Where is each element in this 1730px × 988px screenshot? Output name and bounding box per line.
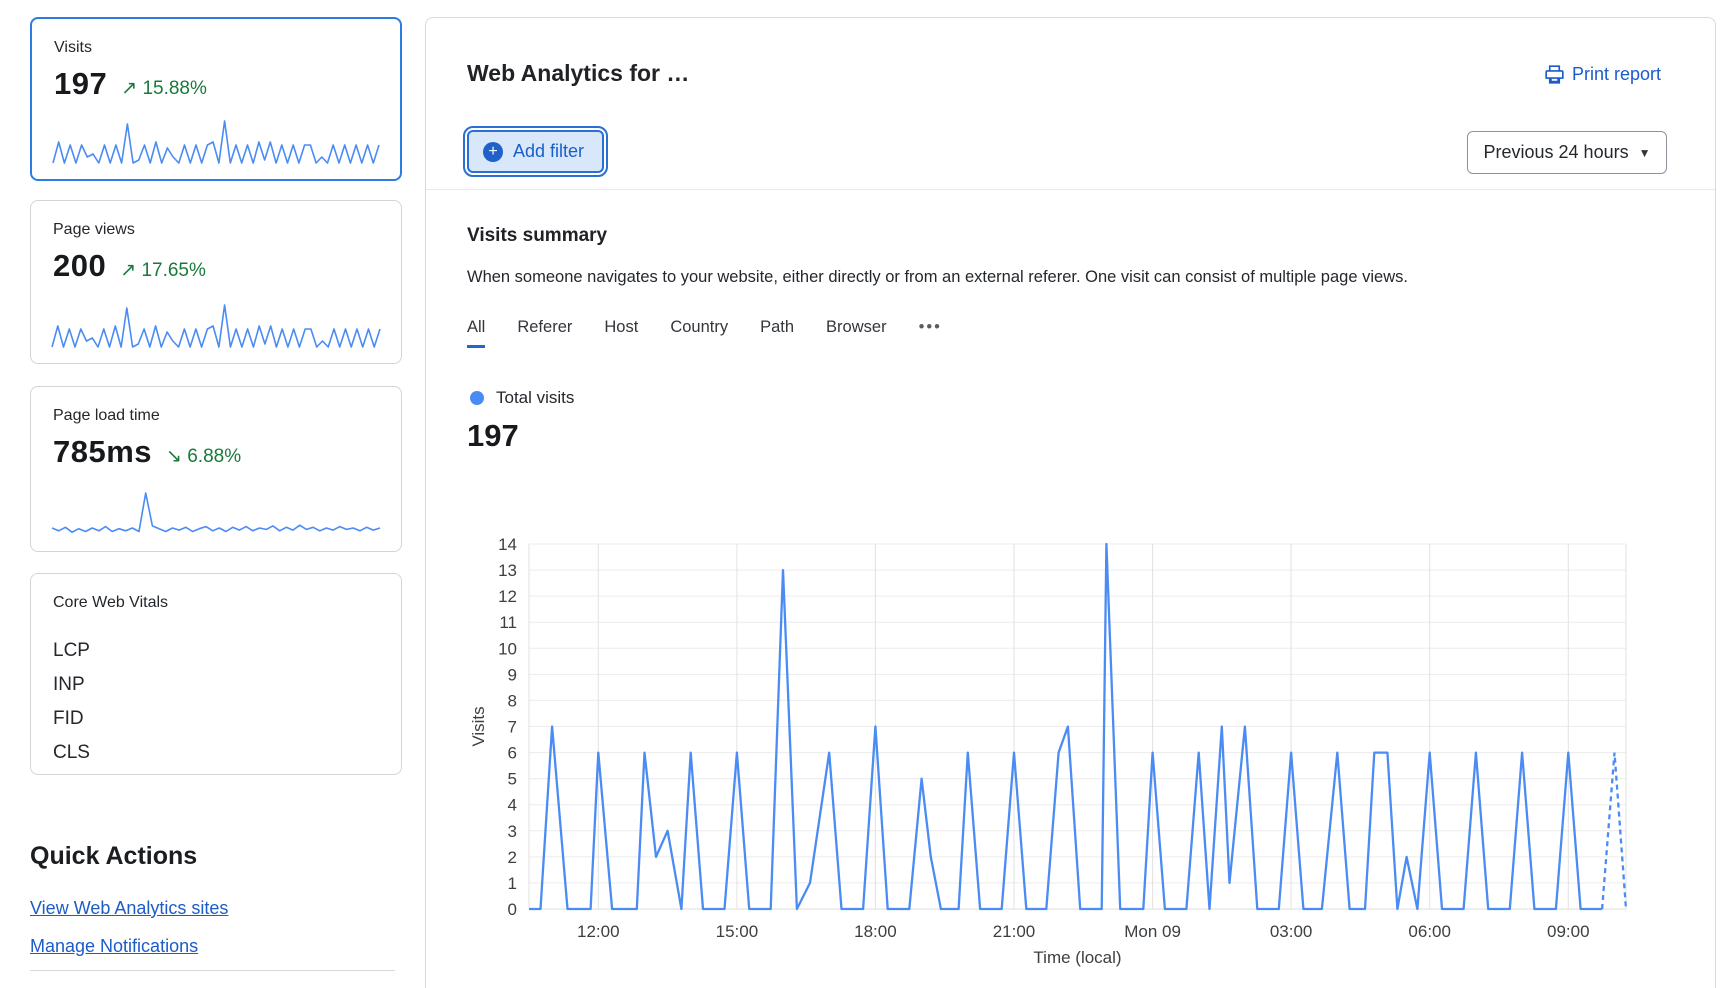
- visits-value: 197: [54, 66, 107, 102]
- tab-host[interactable]: Host: [604, 318, 638, 348]
- cwv-row-fid: FID: [53, 702, 379, 736]
- trend-down-icon: ↘: [166, 446, 182, 467]
- x-tick-label: Mon 09: [1124, 922, 1181, 941]
- add-filter-button[interactable]: + Add filter: [467, 130, 604, 173]
- tab-country[interactable]: Country: [670, 318, 728, 348]
- y-tick-label: 8: [508, 691, 517, 710]
- chart-legend: Total visits: [470, 388, 574, 408]
- time-range-dropdown[interactable]: Previous 24 hours ▼: [1467, 131, 1667, 174]
- page-views-trend: ↗ 17.65%: [120, 259, 206, 282]
- page-load-time-metric-card[interactable]: Page load time 785ms ↘ 6.88%: [30, 386, 402, 552]
- page-load-trend: ↘ 6.88%: [166, 445, 241, 468]
- y-axis-title: Visits: [469, 706, 488, 746]
- tab-referer[interactable]: Referer: [517, 318, 572, 348]
- y-tick-label: 9: [508, 665, 517, 684]
- visits-summary-heading: Visits summary: [467, 225, 607, 247]
- chevron-down-icon: ▼: [1639, 146, 1651, 160]
- tab-browser[interactable]: Browser: [826, 318, 887, 348]
- visits-metric-card[interactable]: Visits 197 ↗ 15.88%: [30, 17, 402, 181]
- y-tick-label: 10: [498, 639, 517, 658]
- page-views-sparkline: [51, 301, 381, 349]
- cwv-row-cls: CLS: [53, 736, 379, 770]
- trend-up-icon: ↗: [121, 78, 137, 99]
- summary-tabs: All Referer Host Country Path Browser ••…: [467, 318, 942, 348]
- divider: [426, 189, 1715, 190]
- x-tick-label: 18:00: [854, 922, 897, 941]
- card-title: Page views: [53, 221, 379, 239]
- x-tick-label: 12:00: [577, 922, 620, 941]
- y-tick-label: 5: [508, 770, 517, 789]
- y-tick-label: 13: [498, 561, 517, 580]
- y-tick-label: 0: [508, 900, 517, 919]
- print-report-button[interactable]: Print report: [1545, 64, 1661, 85]
- y-tick-label: 4: [508, 796, 517, 815]
- legend-dot-icon: [470, 391, 484, 405]
- cwv-row-lcp: LCP: [53, 634, 379, 668]
- x-tick-label: 06:00: [1408, 922, 1451, 941]
- y-tick-label: 12: [498, 587, 517, 606]
- tab-all[interactable]: All: [467, 318, 485, 348]
- main-panel: Web Analytics for … Print report + Add f…: [425, 17, 1716, 988]
- card-title: Page load time: [53, 407, 379, 425]
- visits-chart-svg: 0123456789101112131412:0015:0018:0021:00…: [426, 473, 1717, 983]
- sparkline-svg: [51, 301, 381, 349]
- y-tick-label: 1: [508, 874, 517, 893]
- core-web-vitals-card[interactable]: Core Web Vitals LCP INP FID CLS: [30, 573, 402, 775]
- y-tick-label: 6: [508, 744, 517, 763]
- y-tick-label: 7: [508, 718, 517, 737]
- total-visits-value: 197: [467, 418, 519, 454]
- page-load-sparkline: [51, 489, 381, 537]
- y-tick-label: 14: [498, 535, 517, 554]
- card-title: Core Web Vitals: [53, 594, 379, 612]
- x-tick-label: 21:00: [993, 922, 1036, 941]
- y-tick-label: 11: [499, 613, 517, 632]
- visits-sparkline: [52, 117, 380, 165]
- sparkline-svg: [52, 117, 380, 165]
- view-web-analytics-sites-link[interactable]: View Web Analytics sites: [30, 898, 228, 919]
- y-tick-label: 2: [508, 848, 517, 867]
- card-title: Visits: [54, 39, 378, 57]
- printer-icon: [1545, 65, 1564, 84]
- page-views-metric-card[interactable]: Page views 200 ↗ 17.65%: [30, 200, 402, 364]
- visits-chart: 0123456789101112131412:0015:0018:0021:00…: [426, 473, 1717, 983]
- visits-summary-description: When someone navigates to your website, …: [467, 268, 1617, 287]
- visits-trend: ↗ 15.88%: [121, 77, 207, 100]
- y-tick-label: 3: [508, 822, 517, 841]
- page-views-value: 200: [53, 248, 106, 284]
- legend-label: Total visits: [496, 388, 574, 408]
- x-axis-title: Time (local): [1033, 948, 1121, 967]
- cwv-row-inp: INP: [53, 668, 379, 702]
- page-load-value: 785ms: [53, 434, 152, 470]
- x-tick-label: 09:00: [1547, 922, 1590, 941]
- x-tick-label: 15:00: [716, 922, 759, 941]
- more-tabs-button[interactable]: •••: [919, 318, 942, 348]
- trend-up-icon: ↗: [120, 260, 136, 281]
- plus-icon: +: [483, 142, 503, 162]
- core-web-vitals-rows: LCP INP FID CLS: [53, 634, 379, 770]
- sparkline-svg: [51, 489, 381, 537]
- manage-notifications-link[interactable]: Manage Notifications: [30, 936, 198, 957]
- divider: [30, 970, 395, 971]
- x-tick-label: 03:00: [1270, 922, 1313, 941]
- tab-path[interactable]: Path: [760, 318, 794, 348]
- web-analytics-page: Visits 197 ↗ 15.88% Page views 200 ↗ 17.…: [0, 0, 1730, 988]
- quick-actions-heading: Quick Actions: [30, 842, 197, 871]
- page-title: Web Analytics for …: [467, 60, 689, 87]
